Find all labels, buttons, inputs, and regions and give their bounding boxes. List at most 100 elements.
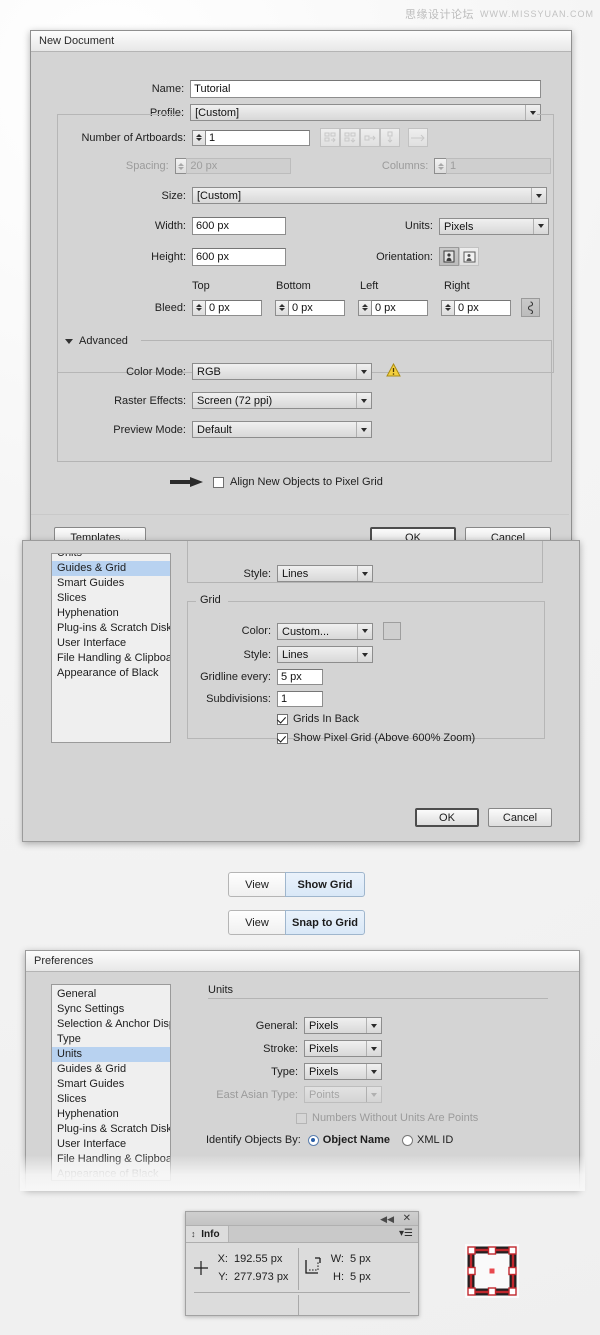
prefs-category-item[interactable]: Smart Guides	[52, 576, 170, 591]
bleed-top-stepper[interactable]	[192, 299, 205, 316]
grid-group-legend: Grid	[196, 594, 225, 606]
menu-view-button-1[interactable]: View	[228, 872, 286, 897]
grid-color-swatch[interactable]	[383, 622, 401, 640]
info-panel-tabrow: ↕ Info ▾☰	[186, 1226, 418, 1243]
units-stroke-select[interactable]: Pixels	[304, 1040, 382, 1057]
collapse-icon[interactable]: ◀◀	[380, 1213, 394, 1225]
close-icon[interactable]: ✕	[403, 1212, 411, 1225]
units-select[interactable]: Pixels	[439, 217, 549, 235]
prefs-category-item[interactable]: Units	[52, 1047, 170, 1062]
guides-group-right	[542, 541, 543, 582]
units-east-asian-select: Points	[304, 1086, 382, 1103]
identify-object-name-radio[interactable]	[307, 1134, 319, 1146]
menu-hint-show-grid: View Show Grid	[228, 872, 365, 897]
prefs-category-item[interactable]: Smart Guides	[52, 1077, 170, 1092]
bleed-bottom-stepper[interactable]	[275, 299, 288, 316]
subdivisions-input[interactable]	[277, 691, 323, 707]
prefs-category-item[interactable]: User Interface	[52, 1137, 170, 1152]
prefs-category-item[interactable]: Sync Settings	[52, 1002, 170, 1017]
color-mode-select[interactable]: RGB	[192, 363, 372, 380]
artboard-layout-grid-row-icon[interactable]	[320, 128, 340, 147]
units-label: Units:	[404, 220, 433, 232]
artboard-layout-column-icon[interactable]	[380, 128, 400, 147]
size-label: Size:	[161, 189, 186, 202]
prefs-category-item[interactable]: General	[52, 987, 170, 1002]
units-type-select[interactable]: Pixels	[304, 1063, 382, 1080]
align-pixel-grid-checkbox[interactable]	[213, 476, 224, 488]
artboards-stepper[interactable]	[192, 129, 205, 146]
warning-icon	[386, 362, 401, 380]
prefs-category-item[interactable]: Guides & Grid	[52, 561, 170, 576]
panel-menu-icon[interactable]: ▾☰	[399, 1228, 413, 1240]
guides-group-left	[187, 541, 188, 582]
units-value: Pixels	[444, 220, 474, 233]
artboard-direction-arrow-icon[interactable]	[408, 128, 428, 147]
guides-style-label: Style:	[243, 567, 271, 580]
prefs-grid-ok-button[interactable]: OK	[415, 808, 479, 827]
identify-xml-id-label: XML ID	[417, 1134, 454, 1146]
grids-in-back-label: Grids In Back	[293, 713, 360, 725]
show-pixel-grid-checkbox[interactable]	[277, 732, 288, 744]
prefs-units-category-list[interactable]: General Sync Settings Selection & Anchor D…	[51, 984, 171, 1181]
height-input[interactable]	[192, 247, 286, 266]
prefs-category-item[interactable]: Plug-ins & Scratch Disks	[52, 1122, 170, 1137]
align-pixel-grid-label: Align New Objects to Pixel Grid	[230, 476, 383, 488]
bleed-top-input[interactable]	[205, 299, 262, 316]
chevron-down-icon	[533, 218, 548, 234]
preview-mode-select[interactable]: Default	[192, 421, 372, 438]
chevron-down-icon	[366, 1041, 381, 1056]
height-label: Height:	[151, 250, 186, 263]
bleed-link-icon[interactable]	[521, 298, 540, 317]
grid-style-select[interactable]: Lines	[277, 646, 373, 663]
bleed-bottom-input[interactable]	[288, 299, 345, 316]
prefs-category-item[interactable]: File Handling & Clipboard	[52, 651, 170, 666]
identify-xml-id-radio[interactable]	[402, 1134, 414, 1146]
prefs-category-item[interactable]: Hyphenation	[52, 606, 170, 621]
menu-item-snap-to-grid[interactable]: Snap to Grid	[285, 910, 365, 935]
prefs-category-item[interactable]: Slices	[52, 591, 170, 606]
guides-style-select[interactable]: Lines	[277, 565, 373, 582]
bleed-left-input[interactable]	[371, 299, 428, 316]
info-panel-row-divider	[194, 1292, 410, 1293]
advanced-disclosure-icon[interactable]	[65, 338, 73, 344]
info-tab-label: Info	[201, 1229, 220, 1240]
units-general-select[interactable]: Pixels	[304, 1017, 382, 1034]
orientation-portrait-icon[interactable]	[439, 247, 459, 266]
identify-object-name-label: Object Name	[322, 1134, 391, 1146]
bleed-right-stepper[interactable]	[441, 299, 454, 316]
prefs-category-item[interactable]: Appearance of Black	[52, 666, 170, 681]
color-mode-value: RGB	[197, 366, 221, 378]
prefs-category-item[interactable]: Selection & Anchor Display	[52, 1017, 170, 1032]
orientation-landscape-icon[interactable]	[459, 247, 479, 266]
width-input[interactable]	[192, 217, 286, 235]
size-select[interactable]: [Custom]	[192, 187, 547, 204]
chevron-down-icon	[357, 623, 372, 639]
bleed-label: Bleed:	[154, 301, 186, 314]
prefs-category-item[interactable]: Plug-ins & Scratch Disks	[52, 621, 170, 636]
prefs-category-item[interactable]: User Interface	[52, 636, 170, 651]
artboards-input[interactable]	[205, 129, 310, 146]
prefs-category-item[interactable]: Units	[52, 554, 170, 561]
gridline-every-input[interactable]	[277, 669, 323, 685]
raster-effects-select[interactable]: Screen (72 ppi)	[192, 392, 372, 409]
info-y-value: 277.973 px	[234, 1271, 289, 1283]
units-east-asian-value: Points	[309, 1089, 340, 1101]
bleed-left-stepper[interactable]	[358, 299, 371, 316]
name-input[interactable]	[190, 80, 541, 98]
prefs-category-item[interactable]: Slices	[52, 1092, 170, 1107]
prefs-category-item[interactable]: Hyphenation	[52, 1107, 170, 1122]
prefs-grid-category-list[interactable]: Units Guides & Grid Smart Guides Slices Hyph…	[51, 553, 171, 743]
prefs-category-item[interactable]: Guides & Grid	[52, 1062, 170, 1077]
prefs-category-item[interactable]: Type	[52, 1032, 170, 1047]
menu-item-show-grid[interactable]: Show Grid	[285, 872, 365, 897]
menu-view-button-2[interactable]: View	[228, 910, 286, 935]
prefs-grid-cancel-button[interactable]: Cancel	[488, 808, 552, 827]
info-tab[interactable]: ↕ Info	[186, 1226, 229, 1242]
grid-color-select[interactable]: Custom...	[277, 622, 373, 640]
crosshair-icon	[193, 1260, 209, 1279]
grids-in-back-checkbox[interactable]	[277, 713, 288, 725]
info-panel: ◀◀ ✕ ↕ Info ▾☰ X: 192.55 px Y: 277.973 p…	[185, 1211, 419, 1316]
bleed-right-input[interactable]	[454, 299, 511, 316]
artboard-layout-row-icon[interactable]	[360, 128, 380, 147]
artboard-layout-grid-column-icon[interactable]	[340, 128, 360, 147]
